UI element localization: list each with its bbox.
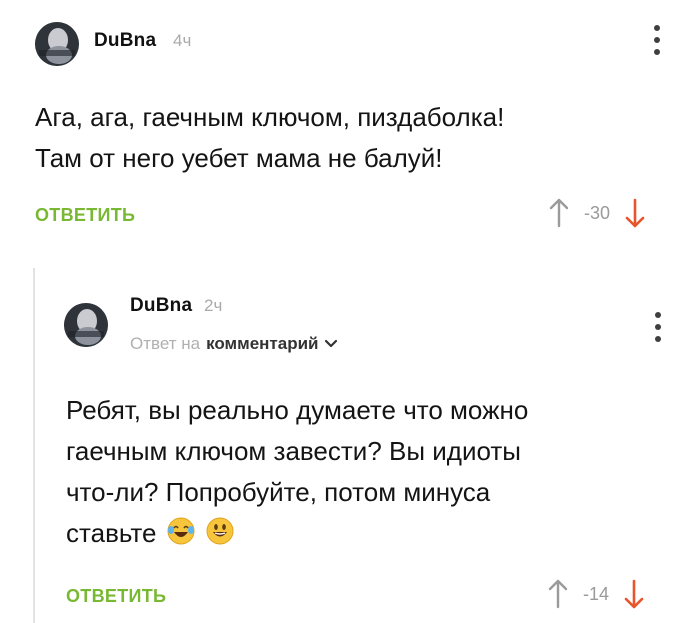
avatar-image-icon <box>64 303 108 347</box>
chevron-down-icon <box>325 339 338 348</box>
comment-time: 2ч <box>204 296 223 315</box>
comment-text: Ребят, вы реально думаете что можно гаеч… <box>66 395 529 548</box>
reply-to-prefix: Ответ на <box>130 334 201 353</box>
comment: DuBna 4ч Ага, ага, гаечным ключом, пизда… <box>0 0 700 250</box>
reply-to-link[interactable]: Ответ на комментарий <box>130 334 338 354</box>
thread-line[interactable] <box>33 268 35 623</box>
comment-username[interactable]: DuBna <box>94 30 156 52</box>
reply-button[interactable]: ОТВЕТИТЬ <box>66 586 166 607</box>
comment-text: Ага, ага, гаечным ключом, пиздаболка! Та… <box>35 102 505 173</box>
upvote-arrow-icon[interactable] <box>548 198 570 228</box>
reply-to-target: комментарий <box>206 334 319 353</box>
avatar[interactable] <box>35 22 79 66</box>
comment-username[interactable]: DuBna <box>130 295 192 317</box>
comment-score: -14 <box>582 583 609 604</box>
crying-laughing-emoji-icon <box>167 517 195 545</box>
comment-time: 4ч <box>173 31 192 50</box>
more-options-icon[interactable] <box>652 25 662 55</box>
upvote-arrow-icon[interactable] <box>547 579 569 609</box>
avatar-image-icon <box>35 22 79 66</box>
comment-score: -30 <box>583 202 610 223</box>
downvote-arrow-icon[interactable] <box>623 579 645 609</box>
comment-text-block: Ребят, вы реально думаете что можно гаеч… <box>66 390 528 554</box>
reply-button[interactable]: ОТВЕТИТЬ <box>35 205 135 226</box>
avatar[interactable] <box>64 303 108 347</box>
vote-controls: -14 <box>547 579 645 609</box>
vote-controls: -30 <box>548 198 646 228</box>
smiling-emoji-icon <box>206 517 234 545</box>
downvote-arrow-icon[interactable] <box>624 198 646 228</box>
more-options-icon[interactable] <box>653 312 663 342</box>
